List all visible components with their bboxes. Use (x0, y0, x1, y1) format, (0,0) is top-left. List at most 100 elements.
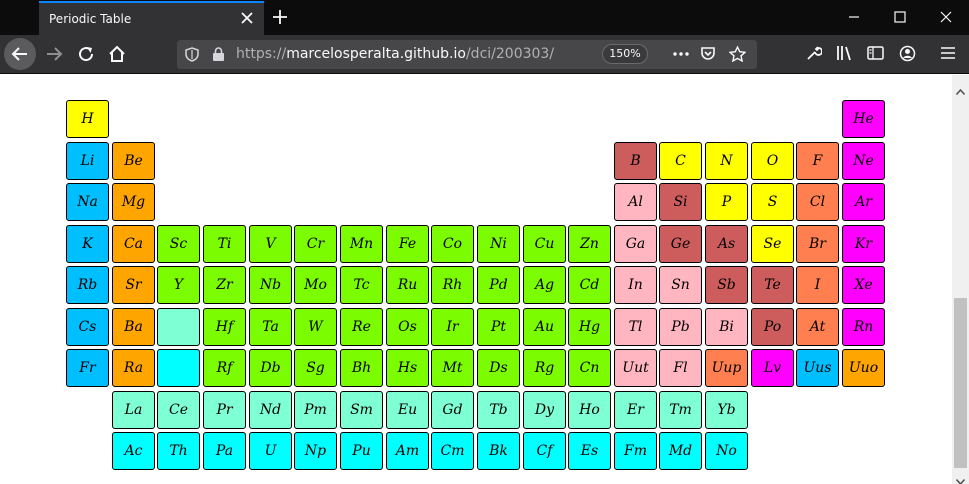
tracking-protection-shield-icon[interactable] (185, 47, 199, 66)
element-nd[interactable]: Nd (249, 391, 292, 429)
element-tl[interactable]: Tl (614, 308, 657, 346)
element-v[interactable]: V (249, 225, 292, 263)
element-kr[interactable]: Kr (842, 225, 885, 263)
element-xe[interactable]: Xe (842, 266, 885, 304)
element-cm[interactable]: Cm (431, 432, 474, 470)
page-actions-menu-icon[interactable] (673, 47, 689, 65)
element-f[interactable]: F (796, 142, 839, 180)
tab-periodic-table[interactable]: Periodic Table (39, 1, 264, 35)
pocket-icon[interactable] (700, 46, 716, 66)
element-sg[interactable]: Sg (294, 349, 337, 387)
element-cs[interactable]: Cs (66, 308, 109, 346)
element-bh[interactable]: Bh (340, 349, 383, 387)
element-la[interactable]: La (112, 391, 155, 429)
element-rh[interactable]: Rh (431, 266, 474, 304)
element-fl[interactable]: Fl (659, 349, 702, 387)
element-am[interactable]: Am (386, 432, 429, 470)
element-al[interactable]: Al (614, 183, 657, 221)
element-p[interactable]: P (705, 183, 748, 221)
element-uus[interactable]: Uus (796, 349, 839, 387)
element-s[interactable]: S (751, 183, 794, 221)
element-as[interactable]: As (705, 225, 748, 263)
element-he[interactable]: He (842, 100, 885, 138)
bookmark-star-icon[interactable] (728, 45, 747, 66)
element-er[interactable]: Er (614, 391, 657, 429)
element-uuo[interactable]: Uuo (842, 349, 885, 387)
element-np[interactable]: Np (294, 432, 337, 470)
element-hs[interactable]: Hs (386, 349, 429, 387)
element-ni[interactable]: Ni (477, 225, 520, 263)
hamburger-menu-icon[interactable] (940, 45, 956, 65)
element-ga[interactable]: Ga (614, 225, 657, 263)
sidebar-icon[interactable] (867, 45, 884, 65)
element-c[interactable]: C (659, 142, 702, 180)
element-te[interactable]: Te (751, 266, 794, 304)
element-li[interactable]: Li (66, 142, 109, 180)
element-pd[interactable]: Pd (477, 266, 520, 304)
element-ba[interactable]: Ba (112, 308, 155, 346)
element-n[interactable]: N (705, 142, 748, 180)
element-sb[interactable]: Sb (705, 266, 748, 304)
new-tab-icon[interactable] (271, 8, 289, 26)
element-cf[interactable]: Cf (523, 432, 566, 470)
element-ar[interactable]: Ar (842, 183, 885, 221)
placeholder-cell-lanthanide[interactable] (157, 308, 200, 346)
element-os[interactable]: Os (386, 308, 429, 346)
address-bar[interactable]: https://marcelosperalta.github.io/dci/20… (177, 40, 757, 69)
url-text[interactable]: https://marcelosperalta.github.io/dci/20… (236, 46, 554, 62)
element-ac[interactable]: Ac (112, 432, 155, 470)
element-pb[interactable]: Pb (659, 308, 702, 346)
element-rb[interactable]: Rb (66, 266, 109, 304)
element-ti[interactable]: Ti (203, 225, 246, 263)
element-fe[interactable]: Fe (386, 225, 429, 263)
element-rf[interactable]: Rf (203, 349, 246, 387)
library-icon[interactable] (836, 45, 853, 65)
element-cl[interactable]: Cl (796, 183, 839, 221)
element-es[interactable]: Es (568, 432, 611, 470)
wrench-icon[interactable] (806, 45, 823, 65)
element-fr[interactable]: Fr (66, 349, 109, 387)
vertical-scrollbar[interactable] (952, 75, 969, 484)
element-ca[interactable]: Ca (112, 225, 155, 263)
element-cu[interactable]: Cu (523, 225, 566, 263)
element-pa[interactable]: Pa (203, 432, 246, 470)
element-no[interactable]: No (705, 432, 748, 470)
element-ra[interactable]: Ra (112, 349, 155, 387)
element-ce[interactable]: Ce (157, 391, 200, 429)
forward-button[interactable] (38, 38, 70, 70)
close-tab-icon[interactable] (240, 11, 254, 25)
back-button[interactable] (4, 38, 36, 70)
element-db[interactable]: Db (249, 349, 292, 387)
element-u[interactable]: U (249, 432, 292, 470)
element-at[interactable]: At (796, 308, 839, 346)
element-mn[interactable]: Mn (340, 225, 383, 263)
element-zr[interactable]: Zr (203, 266, 246, 304)
element-ge[interactable]: Ge (659, 225, 702, 263)
element-tc[interactable]: Tc (340, 266, 383, 304)
element-hf[interactable]: Hf (203, 308, 246, 346)
element-i[interactable]: I (796, 266, 839, 304)
element-sm[interactable]: Sm (340, 391, 383, 429)
element-b[interactable]: B (614, 142, 657, 180)
element-sc[interactable]: Sc (157, 225, 200, 263)
element-bi[interactable]: Bi (705, 308, 748, 346)
element-nb[interactable]: Nb (249, 266, 292, 304)
element-th[interactable]: Th (157, 432, 200, 470)
element-re[interactable]: Re (340, 308, 383, 346)
element-hg[interactable]: Hg (568, 308, 611, 346)
maximize-window-icon[interactable] (877, 0, 923, 35)
element-pu[interactable]: Pu (340, 432, 383, 470)
scrollbar-thumb[interactable] (954, 298, 967, 468)
element-yb[interactable]: Yb (705, 391, 748, 429)
element-md[interactable]: Md (659, 432, 702, 470)
element-pr[interactable]: Pr (203, 391, 246, 429)
element-fm[interactable]: Fm (614, 432, 657, 470)
element-sn[interactable]: Sn (659, 266, 702, 304)
element-rg[interactable]: Rg (523, 349, 566, 387)
element-tm[interactable]: Tm (659, 391, 702, 429)
element-si[interactable]: Si (659, 183, 702, 221)
element-sr[interactable]: Sr (112, 266, 155, 304)
element-cr[interactable]: Cr (294, 225, 337, 263)
element-co[interactable]: Co (431, 225, 474, 263)
scroll-up-arrow-icon[interactable] (955, 80, 966, 99)
